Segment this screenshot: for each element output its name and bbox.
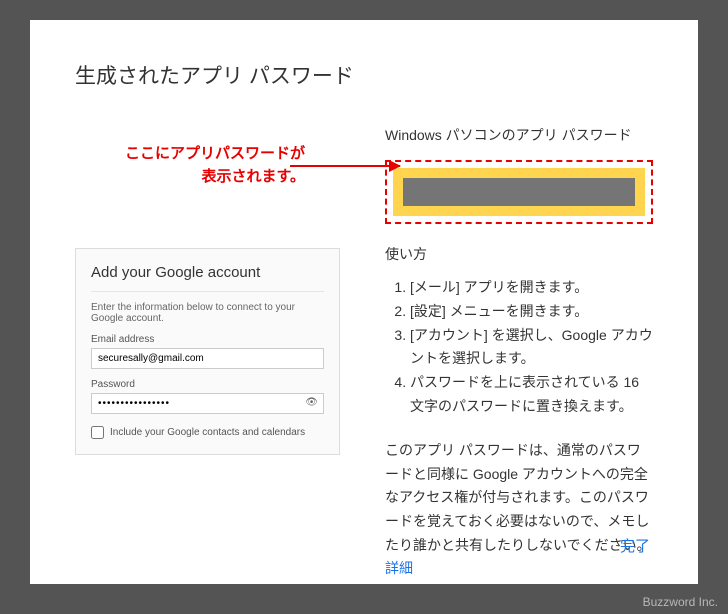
details-link[interactable]: 詳細 (385, 560, 413, 576)
watermark: Buzzword Inc. (643, 595, 718, 609)
password-field[interactable] (91, 393, 324, 414)
account-card: Add your Google account Enter the inform… (75, 248, 340, 455)
content-row: ここにアプリパスワードが 表示されます。 Add your Google acc… (75, 125, 653, 578)
annotation-text: ここにアプリパスワードが 表示されます。 (75, 125, 375, 188)
arrow-icon (290, 165, 400, 167)
howto-list: [メール] アプリを開きます。 [設定] メニューを開きます。 [アカウント] … (385, 276, 653, 419)
password-highlight-box (385, 160, 653, 224)
annotation-line2: 表示されます。 (201, 168, 305, 185)
howto-title: 使い方 (385, 244, 653, 264)
password-yellow-box (393, 168, 645, 216)
password-redacted-bar (403, 178, 635, 206)
right-column: Windows パソコンのアプリ パスワード 使い方 [メール] アプリを開きま… (375, 125, 653, 578)
password-row: 👁 (91, 393, 324, 426)
howto-step: パスワードを上に表示されている 16 文字のパスワードに置き換えます。 (410, 371, 653, 419)
checkbox-label: Include your Google contacts and calenda… (110, 427, 305, 438)
device-title: Windows パソコンのアプリ パスワード (385, 125, 653, 145)
howto-step: [アカウント] を選択し、Google アカウントを選択します。 (410, 324, 653, 372)
email-field[interactable] (91, 348, 324, 369)
app-password-modal: 生成されたアプリ パスワード ここにアプリパスワードが 表示されます。 Add … (30, 20, 698, 584)
password-label: Password (91, 379, 324, 390)
email-label: Email address (91, 334, 324, 345)
left-column: ここにアプリパスワードが 表示されます。 Add your Google acc… (75, 125, 375, 578)
eye-icon[interactable]: 👁 (305, 397, 318, 408)
modal-title: 生成されたアプリ パスワード (75, 60, 653, 90)
done-button[interactable]: 完了 (620, 535, 650, 556)
howto-step: [メール] アプリを開きます。 (410, 276, 653, 300)
checkbox-row: Include your Google contacts and calenda… (91, 426, 324, 439)
include-contacts-checkbox[interactable] (91, 426, 104, 439)
annotation-line1: ここにアプリパスワードが (125, 145, 305, 162)
account-card-description: Enter the information below to connect t… (91, 302, 324, 324)
disclaimer-text: このアプリ パスワードは、通常のパスワードと同様に Google アカウントへの… (385, 439, 653, 558)
account-card-title: Add your Google account (91, 264, 324, 292)
howto-step: [設定] メニューを開きます。 (410, 300, 653, 324)
